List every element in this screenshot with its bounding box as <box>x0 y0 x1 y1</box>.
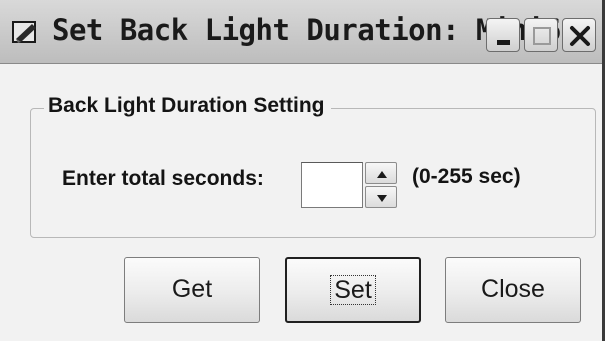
spin-down-icon <box>377 195 387 202</box>
maximize-button[interactable] <box>524 18 558 52</box>
spin-up-icon <box>377 171 387 178</box>
set-button-label: Set <box>330 275 376 305</box>
spin-down-button[interactable] <box>365 186 397 208</box>
spin-up-button[interactable] <box>365 162 397 184</box>
dialog-window: Set Back Light Duration: Mini600 Back Li… <box>0 0 605 341</box>
close-button[interactable]: Close <box>445 257 581 323</box>
close-button-label: Close <box>481 275 545 303</box>
maximize-icon <box>533 27 551 45</box>
get-button-label: Get <box>171 275 213 303</box>
seconds-input[interactable] <box>301 162 363 208</box>
close-icon <box>570 26 590 46</box>
app-pencil-icon <box>12 19 38 45</box>
close-window-button[interactable] <box>562 18 596 52</box>
minimize-icon <box>497 40 510 45</box>
set-button[interactable]: Set <box>285 257 421 323</box>
title-bar[interactable]: Set Back Light Duration: Mini600 <box>0 0 602 64</box>
seconds-label: Enter total seconds: <box>62 167 264 190</box>
get-button[interactable]: Get <box>124 257 260 323</box>
group-title: Back Light Duration Setting <box>44 94 331 118</box>
range-label: (0-255 sec) <box>412 165 521 188</box>
minimize-button[interactable] <box>486 18 520 52</box>
